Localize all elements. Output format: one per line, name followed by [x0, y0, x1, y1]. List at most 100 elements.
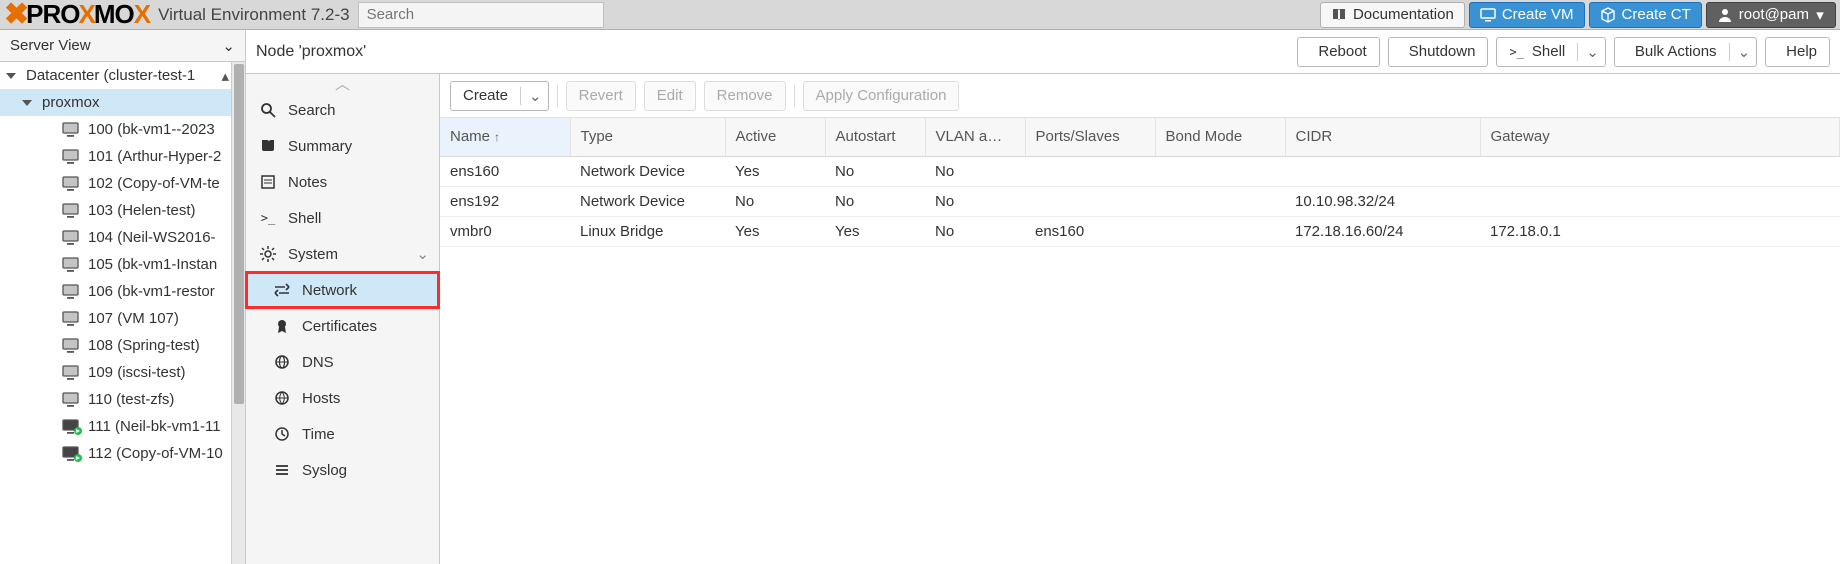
- cell-ports: ens160: [1025, 216, 1155, 246]
- cell-active: Yes: [725, 216, 825, 246]
- col-gateway[interactable]: Gateway: [1480, 118, 1840, 156]
- cell-cidr: [1285, 156, 1480, 186]
- create-vm-button[interactable]: Create VM: [1469, 2, 1585, 28]
- subnav-item-search[interactable]: Search: [246, 92, 439, 128]
- chevron-down-icon[interactable]: ⌄: [1577, 43, 1599, 61]
- cell-type: Network Device: [570, 156, 725, 186]
- tree-vm[interactable]: 104 (Neil-WS2016-: [0, 224, 245, 251]
- env-label: Virtual Environment 7.2-3: [158, 5, 350, 25]
- tree-vm-label: 109 (iscsi-test): [88, 364, 186, 381]
- edit-button[interactable]: Edit: [644, 81, 696, 111]
- vm-icon: [62, 392, 82, 408]
- subnav-item-dns[interactable]: DNS: [246, 344, 439, 380]
- tree-vm-label: 106 (bk-vm1-restor: [88, 283, 215, 300]
- subnav-item-summary[interactable]: Summary: [246, 128, 439, 164]
- col-bond[interactable]: Bond Mode: [1155, 118, 1285, 156]
- tree-scrollbar[interactable]: [231, 62, 245, 564]
- col-name[interactable]: Name↑: [440, 118, 570, 156]
- col-gateway-label: Gateway: [1491, 128, 1550, 145]
- subnav-item-label: Search: [288, 102, 336, 119]
- shutdown-button[interactable]: Shutdown: [1388, 37, 1489, 67]
- subnav-item-system[interactable]: System ⌄: [246, 236, 439, 272]
- subnav-item-label: Notes: [288, 174, 327, 191]
- cell-type: Linux Bridge: [570, 216, 725, 246]
- tree-vm[interactable]: 101 (Arthur-Hyper-2: [0, 143, 245, 170]
- vm-icon: [62, 311, 82, 327]
- col-type[interactable]: Type: [570, 118, 725, 156]
- tree-vm[interactable]: 110 (test-zfs): [0, 386, 245, 413]
- cell-type: Network Device: [570, 186, 725, 216]
- tree-vm[interactable]: 102 (Copy-of-VM-te: [0, 170, 245, 197]
- tree-vm[interactable]: 109 (iscsi-test): [0, 359, 245, 386]
- chevron-down-icon[interactable]: ⌄: [1729, 43, 1751, 61]
- col-ports[interactable]: Ports/Slaves: [1025, 118, 1155, 156]
- tree-vm[interactable]: 100 (bk-vm1--2023: [0, 116, 245, 143]
- subnav-item-network[interactable]: Network: [246, 272, 439, 308]
- scrollbar-thumb[interactable]: [234, 64, 244, 404]
- create-iface-button[interactable]: Create ⌄: [450, 81, 549, 111]
- user-menu-button[interactable]: root@pam ▾: [1706, 2, 1836, 28]
- table-row[interactable]: vmbr0 Linux Bridge Yes Yes No ens160 172…: [440, 216, 1840, 246]
- tree-vm-label: 102 (Copy-of-VM-te: [88, 175, 220, 192]
- create-ct-button[interactable]: Create CT: [1589, 2, 1702, 28]
- tree-node-proxmox[interactable]: proxmox: [0, 89, 245, 116]
- subnav-item-label: Time: [302, 426, 335, 443]
- expand-icon: [6, 73, 16, 79]
- vm-icon: [62, 419, 82, 435]
- table-row[interactable]: ens192 Network Device No No No 10.10.98.…: [440, 186, 1840, 216]
- tree-vm[interactable]: 106 (bk-vm1-restor: [0, 278, 245, 305]
- network-grid[interactable]: Name↑ Type Active Autostart VLAN a… Port…: [440, 118, 1840, 564]
- tree-scroll[interactable]: Datacenter (cluster-test-1 ▴ proxmox 100…: [0, 62, 245, 564]
- col-autostart-label: Autostart: [836, 128, 896, 145]
- subnav-item-notes[interactable]: Notes: [246, 164, 439, 200]
- book-icon: [1331, 7, 1347, 23]
- revert-button[interactable]: Revert: [566, 81, 636, 111]
- node-header: Node 'proxmox' Reboot Shutdown >_ Shell …: [246, 30, 1840, 74]
- cell-bond: [1155, 156, 1285, 186]
- bulk-actions-button[interactable]: Bulk Actions ⌄: [1614, 37, 1757, 67]
- subnav-item-certificates[interactable]: Certificates: [246, 308, 439, 344]
- cell-ports: [1025, 186, 1155, 216]
- subnav-item-syslog[interactable]: Syslog: [246, 452, 439, 488]
- subnav-collapse-icon[interactable]: ︿: [246, 74, 439, 92]
- help-button[interactable]: ? Help: [1765, 37, 1830, 67]
- reboot-label: Reboot: [1318, 43, 1366, 60]
- tree-datacenter[interactable]: Datacenter (cluster-test-1 ▴: [0, 62, 245, 89]
- user-label: root@pam: [1739, 6, 1809, 23]
- subnav-item-hosts[interactable]: Hosts: [246, 380, 439, 416]
- summary-icon: [260, 138, 276, 154]
- cell-autostart: Yes: [825, 216, 925, 246]
- chevron-down-icon[interactable]: ⌄: [416, 245, 429, 263]
- col-vlan[interactable]: VLAN a…: [925, 118, 1025, 156]
- cell-cidr: 172.18.16.60/24: [1285, 216, 1480, 246]
- reboot-button[interactable]: Reboot: [1297, 37, 1379, 67]
- chevron-down-icon[interactable]: ⌄: [520, 87, 542, 105]
- tree-vm[interactable]: 111 (Neil-bk-vm1-11: [0, 413, 245, 440]
- shell-button[interactable]: >_ Shell ⌄: [1496, 37, 1605, 67]
- vm-icon: [62, 365, 82, 381]
- apply-config-button[interactable]: Apply Configuration: [803, 81, 960, 111]
- cell-gateway: [1480, 156, 1840, 186]
- notes-icon: [260, 174, 276, 190]
- create-vm-label: Create VM: [1502, 6, 1574, 23]
- global-search-input[interactable]: [358, 2, 604, 28]
- tree-vm[interactable]: 107 (VM 107): [0, 305, 245, 332]
- col-cidr[interactable]: CIDR: [1285, 118, 1480, 156]
- table-row[interactable]: ens160 Network Device Yes No No: [440, 156, 1840, 186]
- col-active[interactable]: Active: [725, 118, 825, 156]
- tree-vm[interactable]: 108 (Spring-test): [0, 332, 245, 359]
- tree-vm[interactable]: 112 (Copy-of-VM-10: [0, 440, 245, 467]
- cell-name: ens192: [440, 186, 570, 216]
- subnav-item-time[interactable]: Time: [246, 416, 439, 452]
- col-autostart[interactable]: Autostart: [825, 118, 925, 156]
- remove-label: Remove: [717, 87, 773, 104]
- vm-icon: [62, 230, 82, 246]
- tree-vm-label: 108 (Spring-test): [88, 337, 200, 354]
- view-selector[interactable]: Server View ⌄: [0, 30, 245, 62]
- documentation-button[interactable]: Documentation: [1320, 2, 1465, 28]
- subnav-item-shell[interactable]: >_ Shell: [246, 200, 439, 236]
- tree-vm[interactable]: 105 (bk-vm1-Instan: [0, 251, 245, 278]
- network-toolbar: Create ⌄ Revert Edit Remove Apply Config…: [440, 74, 1840, 118]
- tree-vm[interactable]: 103 (Helen-test): [0, 197, 245, 224]
- remove-button[interactable]: Remove: [704, 81, 786, 111]
